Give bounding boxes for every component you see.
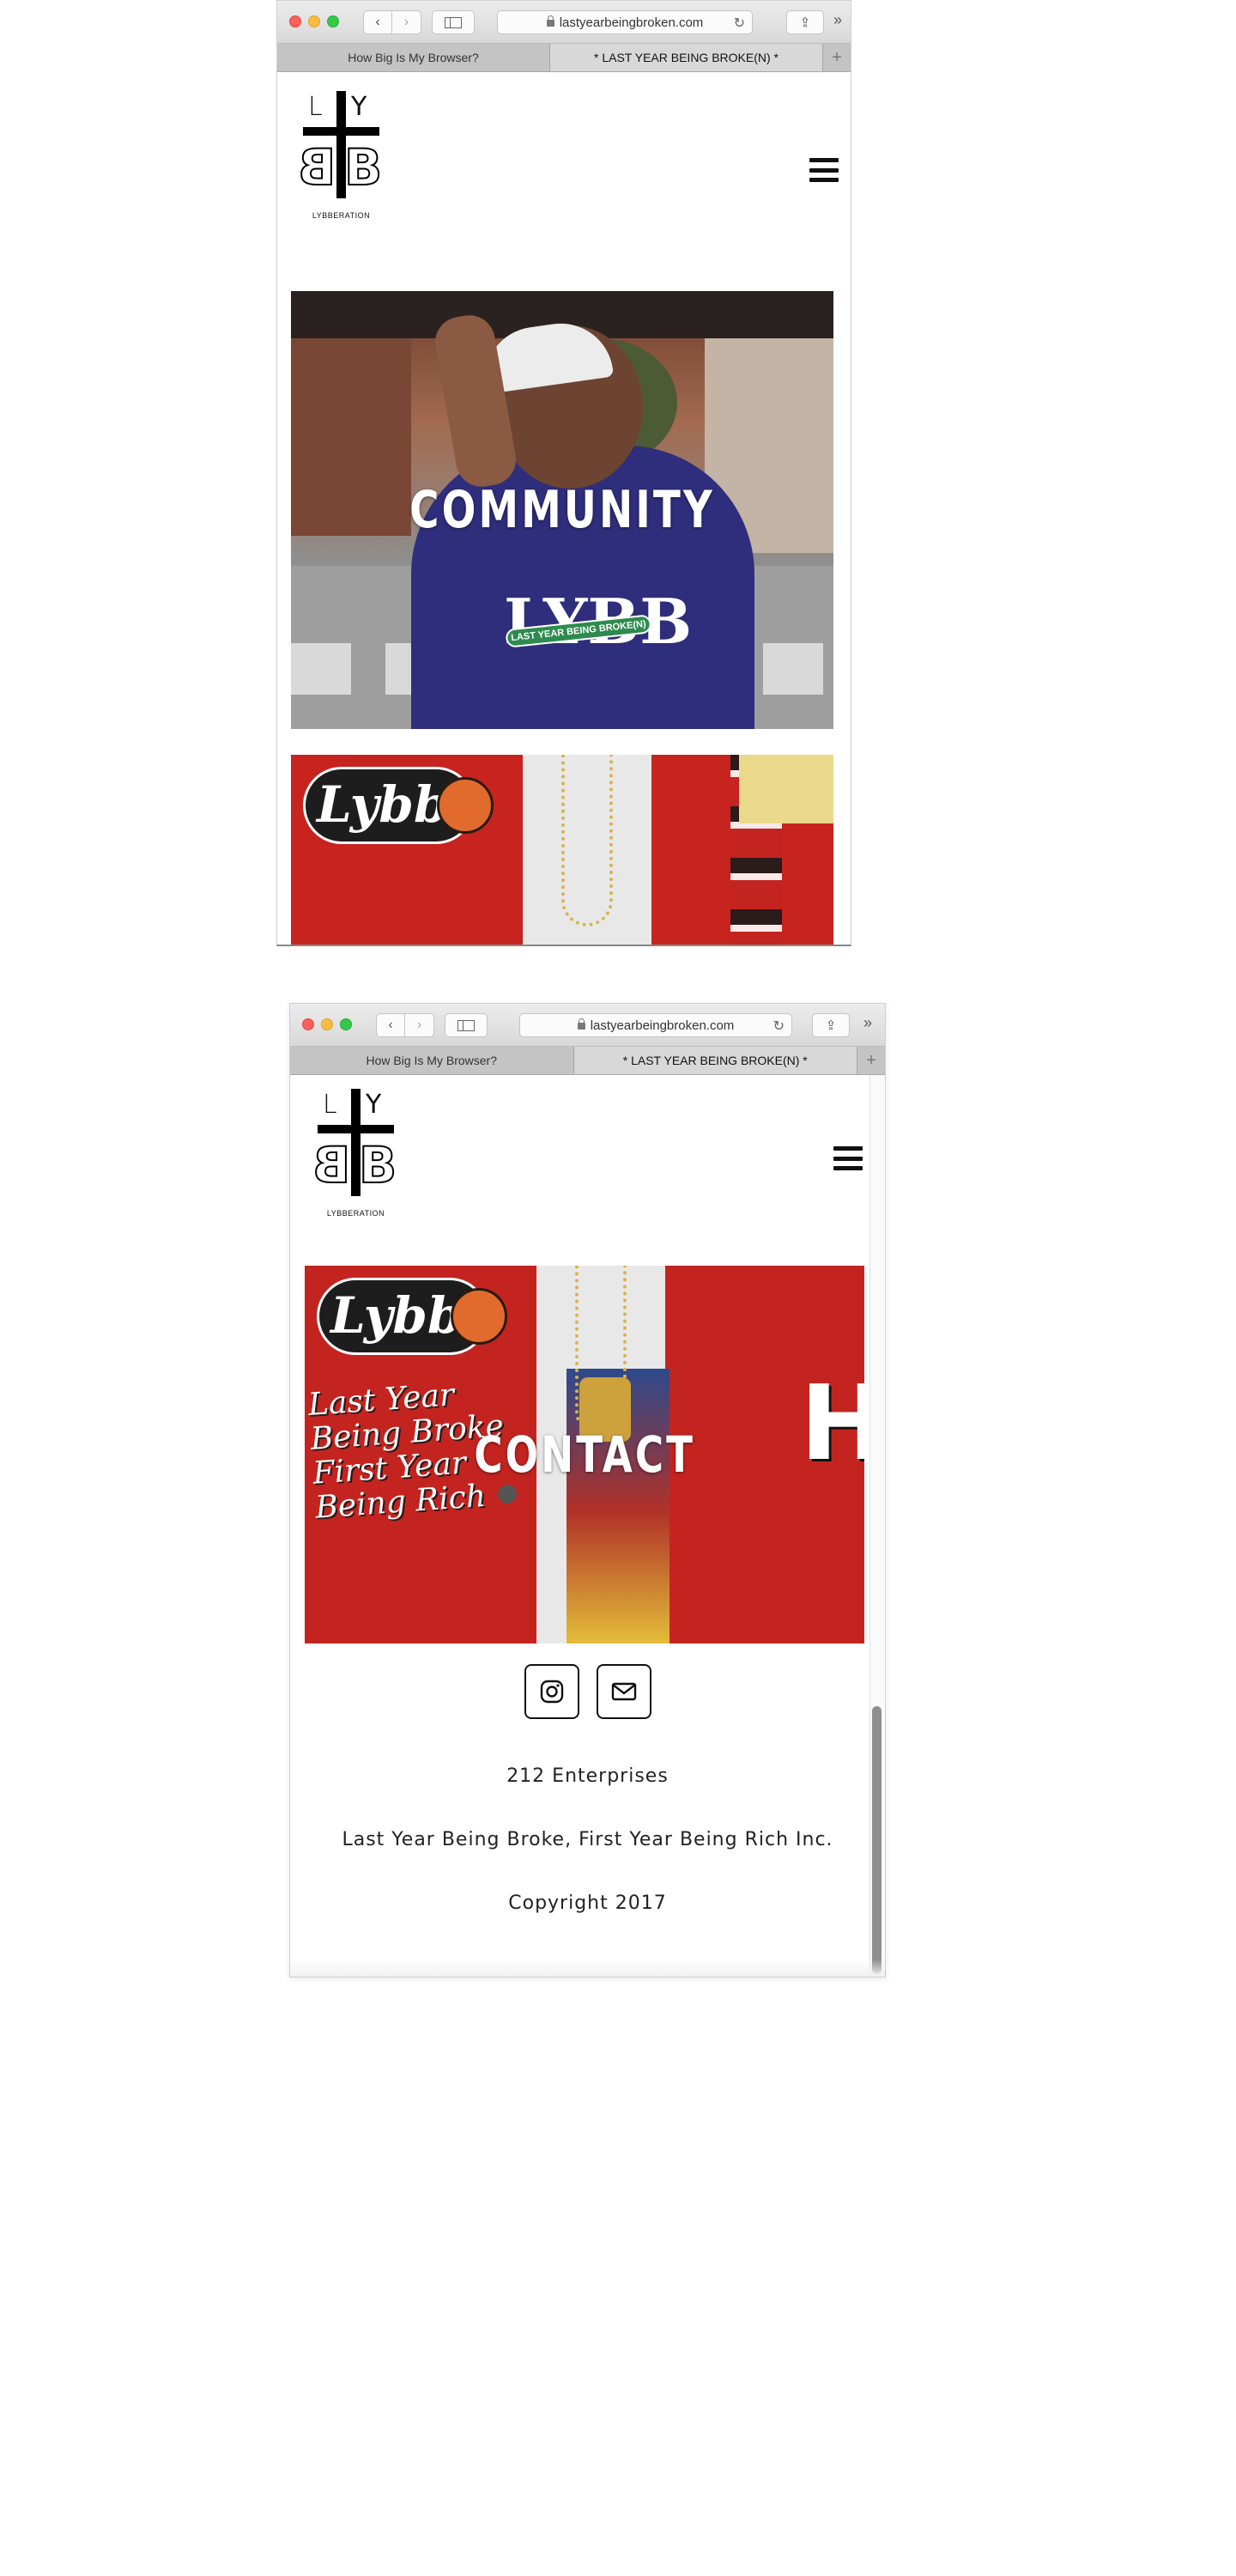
url-text: lastyearbeingbroken.com <box>559 15 704 30</box>
tab-how-big-is-my-browser[interactable]: How Big Is My Browser? <box>290 1047 574 1074</box>
community-tile[interactable]: LYBB LAST YEAR BEING BROKE(N) COMMUNITY <box>291 291 833 729</box>
minimize-window-button[interactable] <box>308 15 320 27</box>
chevron-right-icon: › <box>416 1018 422 1032</box>
logo-letter-b: B <box>358 1136 397 1194</box>
email-icon <box>611 1682 636 1701</box>
logo-letter-l: L <box>308 92 323 122</box>
new-tab-button[interactable]: + <box>857 1047 885 1074</box>
page-viewport: L Y B B LYBBERATION Lybb Last Year Being… <box>290 1075 885 1977</box>
overflow-icon[interactable]: » <box>863 1014 872 1032</box>
browser-toolbar: ‹ › lastyearbeingbroken.com ↻ ⇪ » <box>290 1004 885 1047</box>
site-header: L Y B B LYBBERATION <box>290 1075 885 1266</box>
contact-tile-label: CONTACT <box>474 1425 695 1484</box>
lock-icon <box>577 1018 585 1030</box>
history-nav: ‹ › <box>376 1013 434 1037</box>
scrollbar-thumb[interactable] <box>872 1706 882 1974</box>
social-links <box>290 1664 885 1719</box>
logo-letter-y: Y <box>351 92 367 122</box>
back-button[interactable]: ‹ <box>363 10 392 34</box>
forward-button[interactable]: › <box>392 10 421 34</box>
tab-last-year-being-broke[interactable]: * LAST YEAR BEING BROKE(N) * <box>573 1047 857 1074</box>
share-button[interactable]: ⇪ <box>786 10 824 34</box>
new-tab-button[interactable]: + <box>823 44 851 71</box>
site-header: L Y B B LYBBERATION <box>277 72 851 291</box>
share-icon: ⇪ <box>799 15 811 30</box>
instagram-button[interactable] <box>524 1664 579 1719</box>
history-nav: ‹ › <box>363 10 421 34</box>
tab-bar: How Big Is My Browser? * LAST YEAR BEING… <box>277 44 851 72</box>
footer-tagline: Last Year Being Broke, First Year Being … <box>342 1829 833 1850</box>
window-controls <box>302 1018 352 1030</box>
footer-company: 212 Enterprises <box>506 1765 669 1787</box>
basketball-graphic <box>451 1288 507 1345</box>
contact-tile-partial[interactable]: Lybb <box>291 755 833 945</box>
address-bar[interactable]: lastyearbeingbroken.com ↻ <box>519 1013 792 1037</box>
tab-last-year-being-broke[interactable]: * LAST YEAR BEING BROKE(N) * <box>550 44 823 71</box>
address-bar[interactable]: lastyearbeingbroken.com ↻ <box>497 10 753 34</box>
logo-caption: LYBBERATION <box>312 211 371 220</box>
close-window-button[interactable] <box>302 1018 314 1030</box>
sidebar-toggle-button[interactable] <box>445 1013 488 1037</box>
zoom-window-button[interactable] <box>327 15 339 27</box>
lock-icon <box>546 15 554 27</box>
browser-toolbar: ‹ › lastyearbeingbroken.com ↻ ⇪ » <box>277 1 851 44</box>
sidebar-icon <box>445 16 462 28</box>
jacket-patch-text: Lybb <box>317 775 449 834</box>
hamburger-menu-icon[interactable] <box>833 1146 863 1170</box>
sidebar-toggle-button[interactable] <box>432 10 475 34</box>
logo-letter-b-mirrored: B <box>297 137 336 197</box>
reload-icon[interactable]: ↻ <box>773 1018 785 1035</box>
tab-bar: How Big Is My Browser? * LAST YEAR BEING… <box>290 1047 885 1075</box>
site-logo[interactable]: L Y B B LYBBERATION <box>296 91 386 220</box>
logo-cross-horizontal <box>318 1125 394 1133</box>
logo-cross-vertical <box>336 91 346 198</box>
browser-window-bottom: ‹ › lastyearbeingbroken.com ↻ ⇪ » How Bi… <box>289 1003 886 1978</box>
sidebar-icon <box>457 1019 475 1031</box>
footer-copyright: Copyright 2017 <box>508 1893 667 1914</box>
chevron-left-icon: ‹ <box>375 15 380 29</box>
url-text: lastyearbeingbroken.com <box>590 1018 735 1033</box>
logo-letter-l: L <box>323 1090 337 1120</box>
chevron-left-icon: ‹ <box>388 1018 393 1032</box>
page-viewport: L Y B B LYBBERATION LYBB LAST YEAR BEING… <box>277 72 851 945</box>
site-logo[interactable]: L Y B B LYBBERATION <box>311 1089 401 1218</box>
jacket-letter: H <box>800 1360 864 1489</box>
share-icon: ⇪ <box>825 1018 837 1033</box>
back-button[interactable]: ‹ <box>376 1013 405 1037</box>
logo-caption: LYBBERATION <box>326 1209 385 1218</box>
tab-how-big-is-my-browser[interactable]: How Big Is My Browser? <box>277 44 550 71</box>
logo-cross-horizontal <box>303 127 379 136</box>
window-controls <box>289 15 339 27</box>
forward-button[interactable]: › <box>405 1013 434 1037</box>
logo-cross-vertical <box>351 1089 360 1196</box>
basketball-graphic <box>437 777 494 834</box>
contact-tile[interactable]: Lybb Last Year Being Broke First Year Be… <box>305 1266 864 1643</box>
zoom-window-button[interactable] <box>340 1018 352 1030</box>
logo-letter-b-mirrored: B <box>312 1135 351 1195</box>
logo-letter-b: B <box>343 138 383 197</box>
chevron-right-icon: › <box>403 15 409 29</box>
share-button[interactable]: ⇪ <box>812 1013 850 1037</box>
browser-window-top: ‹ › lastyearbeingbroken.com ↻ ⇪ » How Bi… <box>276 0 851 946</box>
community-tile-label: COMMUNITY <box>409 480 715 540</box>
jacket-patch-text: Lybb <box>330 1286 463 1345</box>
reload-icon[interactable]: ↻ <box>734 15 745 32</box>
instagram-icon <box>540 1680 563 1704</box>
minimize-window-button[interactable] <box>321 1018 333 1030</box>
overflow-icon[interactable]: » <box>833 11 842 29</box>
logo-letter-y: Y <box>366 1090 382 1120</box>
email-button[interactable] <box>596 1664 651 1719</box>
hamburger-menu-icon[interactable] <box>809 158 839 182</box>
close-window-button[interactable] <box>289 15 301 27</box>
